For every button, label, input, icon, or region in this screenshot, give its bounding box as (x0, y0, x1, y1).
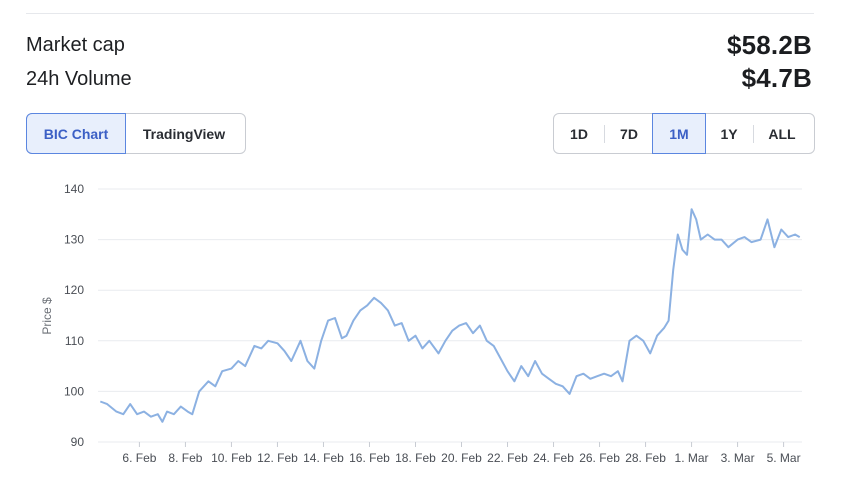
y-tick-label: 110 (65, 334, 84, 348)
x-tick-label: 16. Feb (349, 451, 390, 465)
x-tick-label: 3. Mar (721, 451, 755, 465)
y-axis-label: Price $ (40, 297, 54, 335)
x-tick-label: 18. Feb (395, 451, 436, 465)
x-tick-label: 8. Feb (168, 451, 202, 465)
x-tick-label: 6. Feb (122, 451, 156, 465)
x-tick-label: 20. Feb (441, 451, 482, 465)
y-tick-label: 120 (64, 283, 84, 297)
y-tick-label: 130 (64, 233, 84, 247)
x-tick-label: 14. Feb (303, 451, 344, 465)
x-tick-label: 28. Feb (625, 451, 666, 465)
x-tick-label: 1. Mar (675, 451, 709, 465)
x-tick-label: 10. Feb (211, 451, 252, 465)
price-line (99, 208, 801, 423)
y-tick-label: 140 (64, 182, 84, 196)
x-tick-label: 5. Mar (767, 451, 801, 465)
y-tick-label: 90 (71, 435, 85, 449)
x-tick-label: 24. Feb (533, 451, 574, 465)
x-tick-label: 22. Feb (487, 451, 528, 465)
y-tick-label: 100 (64, 384, 84, 398)
x-tick-label: 12. Feb (257, 451, 298, 465)
price-chart[interactable]: 90 100 110 120 130 140 6. Feb 8. Feb 10. Feb 12.… (0, 0, 850, 492)
x-tick-label: 26. Feb (579, 451, 620, 465)
